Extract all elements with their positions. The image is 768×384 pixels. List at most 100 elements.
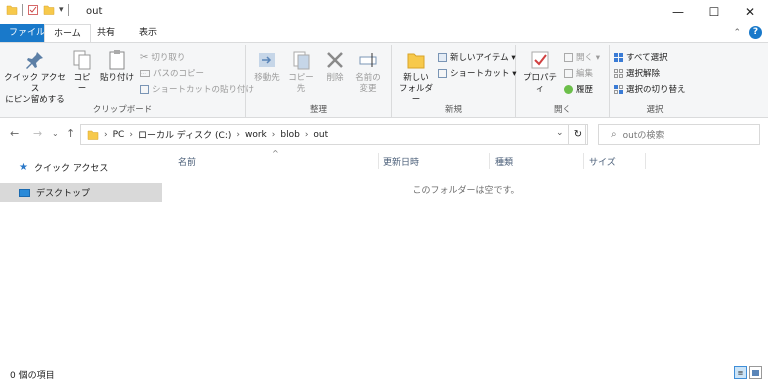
new-item-label: 新しいアイテム ▾	[450, 53, 516, 63]
organize-group: 移動先 コピー先 削除 名前の 変更 整理	[246, 45, 392, 117]
column-divider[interactable]	[645, 153, 646, 169]
pin-quick-access-button[interactable]: クイック アクセス にピン留めする	[4, 49, 66, 106]
breadcrumb-separator: ›	[236, 129, 240, 140]
help-icon[interactable]: ?	[749, 26, 762, 39]
column-name[interactable]: 名前	[178, 155, 196, 168]
move-to-button[interactable]: 移動先	[252, 49, 282, 84]
up-arrow-icon[interactable]: ↑	[66, 127, 75, 140]
copy-path-button[interactable]: … パスのコピー	[140, 67, 204, 79]
scissors-icon: ✂	[140, 51, 149, 63]
breadcrumb-blob[interactable]: blob	[280, 130, 299, 140]
new-item-icon	[438, 52, 447, 62]
column-divider[interactable]	[583, 153, 584, 169]
easy-access-button[interactable]: ショートカット ▾	[438, 67, 516, 79]
move-to-icon	[259, 53, 275, 67]
nav-item-quick-access[interactable]: ★ クイック アクセス	[0, 158, 162, 177]
breadcrumb-separator: ›	[304, 129, 309, 140]
close-button[interactable]: ✕	[732, 0, 768, 24]
breadcrumb-separator: ›	[129, 129, 133, 140]
paste-shortcut-icon	[140, 84, 149, 94]
empty-folder-message: このフォルダーは空です。	[412, 186, 520, 196]
edit-icon	[564, 68, 573, 78]
breadcrumb-separator: ›	[271, 129, 276, 140]
back-arrow-icon[interactable]: ←	[10, 127, 19, 140]
column-size[interactable]: サイズ	[589, 155, 616, 168]
properties-icon	[531, 51, 549, 69]
copy-button[interactable]: コピー	[70, 49, 94, 95]
details-view-icon: ≡	[737, 368, 744, 377]
select-none-icon	[614, 68, 623, 78]
select-all-button[interactable]: すべて選択	[614, 51, 668, 63]
breadcrumb-local-disk[interactable]: ローカル ディスク (C:)	[138, 128, 231, 141]
search-placeholder: outの検索	[622, 131, 665, 141]
open-button[interactable]: 開く ▾	[564, 51, 600, 63]
search-box[interactable]: ⌕ outの検索	[598, 124, 760, 145]
status-bar: 0 個の項目 ≡	[0, 362, 768, 384]
recent-locations-icon[interactable]: ⌄	[52, 129, 59, 138]
select-all-label: すべて選択	[626, 53, 668, 63]
item-count: 0 個の項目	[10, 371, 55, 381]
divider	[67, 4, 69, 16]
star-icon: ★	[19, 162, 28, 173]
new-folder-button[interactable]: 新しい フォルダー	[396, 49, 436, 106]
breadcrumb-pc[interactable]: PC	[113, 130, 125, 140]
column-type[interactable]: 種類	[495, 155, 513, 168]
select-group-label: 選択	[646, 105, 664, 115]
customize-qat-icon[interactable]: ▾	[59, 5, 64, 15]
invert-selection-button[interactable]: 選択の切り替え	[614, 83, 686, 95]
paste-shortcut-button[interactable]: ショートカットの貼り付け	[140, 83, 254, 95]
nav-item-desktop[interactable]: デスクトップ	[0, 183, 162, 202]
tab-view[interactable]: 表示	[130, 24, 166, 42]
refresh-button[interactable]: ↻	[568, 124, 588, 145]
select-group: すべて選択 選択解除 選択の切り替え 選択	[610, 45, 700, 117]
column-divider[interactable]	[489, 153, 490, 169]
large-icons-view-button[interactable]	[749, 366, 762, 379]
copy-to-button[interactable]: コピー先	[286, 49, 316, 95]
maximize-button[interactable]: ☐	[696, 0, 732, 24]
copy-icon	[73, 50, 91, 70]
copy-to-icon	[293, 51, 310, 70]
nav-item-label: クイック アクセス	[33, 164, 109, 174]
clipboard-group: クイック アクセス にピン留めする コピー 貼り付け ✂ 切り取り … パスのコ…	[0, 45, 254, 117]
divider	[22, 4, 23, 16]
navigation-pane: ★ クイック アクセス デスクトップ	[0, 150, 164, 360]
open-label: 開く ▾	[576, 53, 600, 63]
forward-arrow-icon[interactable]: →	[33, 127, 42, 140]
properties-button[interactable]: プロパティ	[520, 49, 560, 95]
copy-to-label: コピー先	[288, 73, 314, 94]
tab-share[interactable]: 共有	[88, 24, 124, 42]
select-none-button[interactable]: 選択解除	[614, 67, 660, 79]
window-title: out	[86, 6, 103, 17]
rename-button[interactable]: 名前の 変更	[352, 49, 384, 95]
history-button[interactable]: 履歴	[564, 83, 593, 95]
new-item-button[interactable]: 新しいアイテム ▾	[438, 51, 516, 63]
properties-icon[interactable]	[27, 4, 39, 16]
new-folder-icon[interactable]	[43, 4, 55, 16]
folder-icon	[87, 130, 99, 140]
breadcrumb-separator: ›	[104, 129, 108, 140]
rename-label-1: 名前の	[355, 73, 381, 83]
tab-home[interactable]: ホーム	[44, 24, 91, 42]
breadcrumb-work[interactable]: work	[245, 130, 267, 140]
column-date-modified[interactable]: 更新日時	[383, 155, 419, 168]
column-divider[interactable]	[378, 153, 379, 169]
minimize-button[interactable]: —	[660, 0, 696, 24]
ribbon-controls: ⌃ ?	[733, 26, 762, 39]
shortcut-icon	[438, 68, 447, 78]
breadcrumb-out[interactable]: out	[313, 130, 328, 140]
delete-icon	[327, 52, 343, 68]
delete-button[interactable]: 削除	[324, 49, 346, 84]
paste-button[interactable]: 貼り付け	[100, 49, 134, 84]
cut-button[interactable]: ✂ 切り取り	[140, 51, 185, 64]
edit-button[interactable]: 編集	[564, 67, 593, 79]
quick-access-toolbar: ▾	[6, 4, 69, 16]
clipboard-group-label: クリップボード	[92, 105, 153, 115]
pin-icon	[26, 52, 43, 69]
copy-label: コピー	[73, 73, 91, 94]
new-group-label: 新規	[444, 105, 462, 115]
expand-ribbon-icon[interactable]: ⌃	[733, 28, 741, 38]
address-history-icon[interactable]: ⌄	[556, 128, 564, 138]
rename-icon	[359, 53, 377, 67]
details-view-button[interactable]: ≡	[734, 366, 747, 379]
address-bar[interactable]: › PC › ローカル ディスク (C:) › work › blob › ou…	[80, 124, 586, 145]
